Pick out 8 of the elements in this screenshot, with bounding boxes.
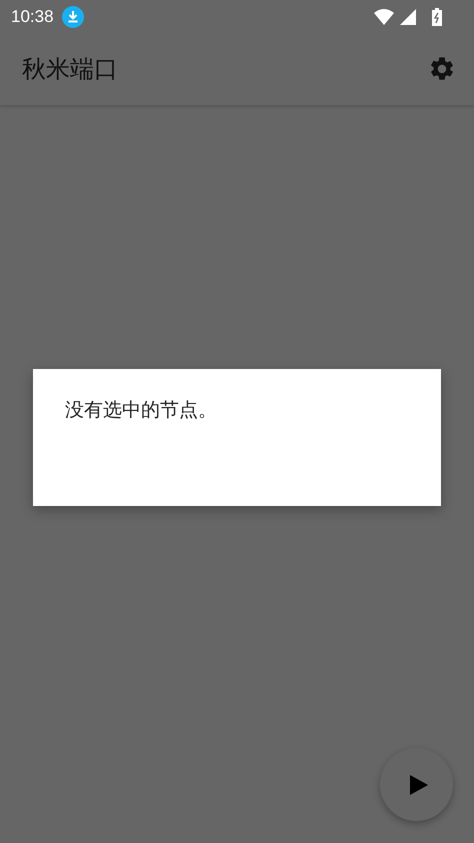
dialog-message: 没有选中的节点。	[65, 398, 217, 423]
status-time: 10:38	[11, 6, 54, 26]
signal-icon	[400, 8, 416, 24]
download-icon	[62, 6, 84, 28]
app-title: 秋米端口	[22, 54, 118, 85]
battery-icon	[432, 8, 442, 26]
wifi-icon	[374, 8, 394, 24]
play-icon	[410, 774, 428, 794]
